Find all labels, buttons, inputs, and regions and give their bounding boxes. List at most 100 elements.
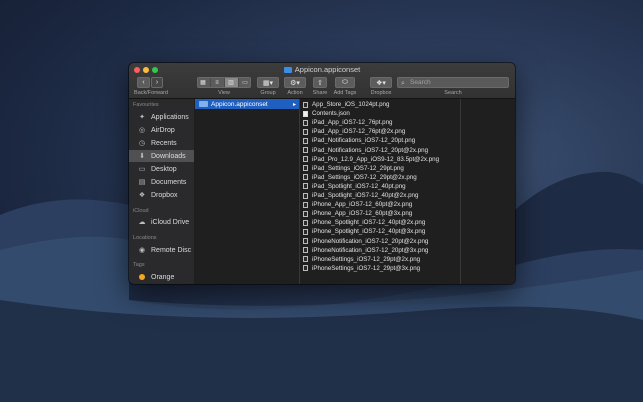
file-row[interactable]: App_Store_iOS_1024pt.png xyxy=(300,100,460,109)
file-name: iPad_App_iOS7-12_76pt@2x.png xyxy=(312,128,406,136)
file-name: iPad_Notifications_iOS7-12_20pt.png xyxy=(312,137,416,145)
gallery-view-icon[interactable]: ▭ xyxy=(239,78,252,87)
sidebar-item-label: Desktop xyxy=(151,165,177,173)
sidebar-item-icloud-drive[interactable]: ☁ iCloud Drive xyxy=(129,216,194,228)
disc-icon: ◉ xyxy=(138,247,146,254)
file-name: iPad_App_iOS7-12_76pt.png xyxy=(312,119,393,127)
file-row[interactable]: iPad_Pro_12.9_App_iOS9-12_83.5pt@2x.png xyxy=(300,155,460,164)
file-row[interactable]: iPad_Spotlight_iOS7-12_40pt.png xyxy=(300,182,460,191)
column-1: Appicon.appiconset ▸ xyxy=(195,99,300,284)
add-tags-button[interactable]: ⬭ xyxy=(335,77,355,88)
back-button[interactable]: ‹ xyxy=(137,77,150,88)
png-file-icon xyxy=(303,119,308,126)
chevron-right-icon: ▸ xyxy=(292,101,296,108)
file-name: App_Store_iOS_1024pt.png xyxy=(312,101,390,108)
file-row[interactable]: iPhone_Spotlight_iOS7-12_40pt@3x.png xyxy=(300,227,460,236)
sidebar-item-downloads[interactable]: ⬇ Downloads xyxy=(129,150,194,162)
add-tags-label: Add Tags xyxy=(333,90,357,96)
sidebar-item-label: AirDrop xyxy=(151,126,175,134)
desktop-icon: ▭ xyxy=(138,166,146,173)
dropbox-label: Dropbox xyxy=(370,90,392,96)
file-name: iPhone_App_iOS7-12_60pt@2x.png xyxy=(312,201,413,209)
column-item-label: Appicon.appiconset xyxy=(211,100,268,108)
file-row[interactable]: iPhone_Spotlight_iOS7-12_40pt@2x.png xyxy=(300,218,460,227)
png-file-icon xyxy=(303,156,308,163)
file-row[interactable]: iPhoneSettings_iOS7-12_29pt@3x.png xyxy=(300,264,460,273)
search-input[interactable]: ⌕ Search xyxy=(397,77,509,88)
png-file-icon xyxy=(303,147,308,153)
file-row[interactable]: iPad_Settings_iOS7-12_29pt.png xyxy=(300,164,460,173)
file-row[interactable]: iPad_Notifications_iOS7-12_20pt.png xyxy=(300,136,460,145)
file-name: iPhoneNotification_iOS7-12_20pt@2x.png xyxy=(312,237,429,245)
icon-view-icon[interactable]: ▦ xyxy=(197,78,211,87)
file-name: iPhone_Spotlight_iOS7-12_40pt@3x.png xyxy=(312,228,426,236)
column-item-appiconset[interactable]: Appicon.appiconset ▸ xyxy=(195,99,299,109)
file-name: iPad_Spotlight_iOS7-12_40pt.png xyxy=(312,182,406,190)
share-icon: ⇧ xyxy=(317,79,323,87)
sidebar-item-label: Recents xyxy=(151,139,177,147)
tag-icon: ⬭ xyxy=(342,78,348,86)
group-button[interactable]: ▦▾ xyxy=(257,77,279,88)
png-file-icon xyxy=(303,228,308,235)
downloads-icon: ⬇ xyxy=(139,153,145,160)
sidebar-item-documents[interactable]: ▤ Documents xyxy=(129,176,194,188)
file-row[interactable]: iPad_Notifications_iOS7-12_20pt@2x.png xyxy=(300,146,460,155)
folder-icon xyxy=(283,67,292,73)
list-view-icon[interactable]: ≡ xyxy=(211,78,225,87)
column-3 xyxy=(461,99,515,284)
forward-button[interactable]: › xyxy=(151,77,163,88)
locations-header: Locations xyxy=(133,235,157,241)
dropbox-icon: ❖▾ xyxy=(376,79,386,87)
finder-window: Appicon.appiconset ‹ › Back/Forward ▦ ≡ … xyxy=(129,63,515,284)
group-label: Group xyxy=(260,90,276,96)
png-file-icon xyxy=(303,247,308,254)
sidebar-item-recents[interactable]: ◷ Recents xyxy=(129,137,194,149)
sidebar-item-airdrop[interactable]: ◎ AirDrop xyxy=(129,124,194,136)
json-file-icon xyxy=(303,110,308,117)
sidebar-item-label: Applications xyxy=(151,113,189,121)
file-row[interactable]: iPad_Spotlight_iOS7-12_40pt@2x.png xyxy=(300,191,460,200)
file-row[interactable]: iPhone_App_iOS7-12_60pt@2x.png xyxy=(300,200,460,209)
file-row[interactable]: Contents.json xyxy=(300,109,460,118)
file-row[interactable]: iPad_Settings_iOS7-12_29pt@2x.png xyxy=(300,173,460,182)
sidebar-item-tag-orange[interactable]: Orange xyxy=(129,271,194,283)
file-name: Contents.json xyxy=(312,110,350,118)
back-forward-label: Back/Forward xyxy=(134,90,168,96)
orange-tag-dot-icon xyxy=(137,272,147,282)
file-row[interactable]: iPhoneNotification_iOS7-12_20pt@2x.png xyxy=(300,237,460,246)
sidebar-item-label: Dropbox xyxy=(151,191,178,199)
action-button[interactable]: ⚙▾ xyxy=(284,77,306,88)
view-switcher[interactable]: ▦ ≡ ▥ ▭ xyxy=(197,77,251,88)
search-placeholder: Search xyxy=(410,79,431,86)
png-file-icon xyxy=(303,137,308,144)
folder-icon xyxy=(199,101,208,107)
group-icon: ▦▾ xyxy=(262,79,274,87)
document-icon: ▤ xyxy=(138,179,146,186)
file-row[interactable]: iPhoneNotification_iOS7-12_20pt@3x.png xyxy=(300,246,460,255)
file-name: iPhone_Spotlight_iOS7-12_40pt@2x.png xyxy=(312,219,426,227)
gear-icon: ⚙▾ xyxy=(290,79,300,87)
sidebar-item-dropbox[interactable]: ❖ Dropbox xyxy=(129,189,194,201)
dropbox-button[interactable]: ❖▾ xyxy=(370,77,392,88)
file-row[interactable]: iPhone_App_iOS7-12_60pt@3x.png xyxy=(300,209,460,218)
clock-icon: ◷ xyxy=(138,140,146,147)
png-file-icon xyxy=(303,128,308,135)
sidebar-item-applications[interactable]: ✦ Applications xyxy=(129,111,194,123)
airdrop-icon: ◎ xyxy=(138,127,146,134)
share-label: Share xyxy=(312,90,328,96)
sidebar-item-remote-disc[interactable]: ◉ Remote Disc xyxy=(129,244,194,256)
sidebar-item-label: Remote Disc xyxy=(151,246,192,254)
sidebar-item-desktop[interactable]: ▭ Desktop xyxy=(129,163,194,175)
sidebar: Favourites ✦ Applications ◎ AirDrop ◷ Re… xyxy=(129,99,194,284)
file-row[interactable]: iPad_App_iOS7-12_76pt@2x.png xyxy=(300,127,460,136)
column-view-icon[interactable]: ▥ xyxy=(224,78,239,87)
file-name: iPad_Settings_iOS7-12_29pt.png xyxy=(312,164,404,172)
png-file-icon xyxy=(303,101,308,108)
share-button[interactable]: ⇧ xyxy=(313,77,327,88)
favourites-header: Favourites xyxy=(133,102,159,108)
file-row[interactable]: iPhoneSettings_iOS7-12_29pt@2x.png xyxy=(300,255,460,264)
file-name: iPhoneSettings_iOS7-12_29pt@3x.png xyxy=(312,264,421,272)
png-file-icon xyxy=(303,219,308,226)
file-name: iPad_Spotlight_iOS7-12_40pt@2x.png xyxy=(312,192,419,199)
file-row[interactable]: iPad_App_iOS7-12_76pt.png xyxy=(300,118,460,127)
